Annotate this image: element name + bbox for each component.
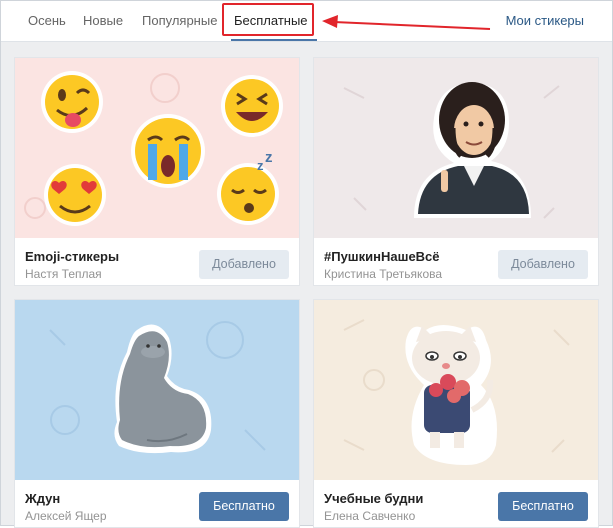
sticker-pack-card[interactable]: Ждун Алексей Ящер Бесплатно — [14, 299, 300, 528]
sticker-pack-card[interactable]: #ПушкинНашеВсё Кристина Третьякова Добав… — [313, 57, 599, 286]
pack-title[interactable]: Emoji-стикеры — [25, 249, 119, 264]
active-tab-indicator — [231, 39, 317, 41]
tab-autumn[interactable]: Осень — [28, 13, 66, 28]
pushkin-sticker-icon — [343, 82, 560, 219]
pack-preview[interactable] — [15, 300, 299, 480]
free-button[interactable]: Бесплатно — [498, 492, 588, 521]
added-button[interactable]: Добавлено — [199, 250, 289, 279]
svg-text:z: z — [257, 158, 264, 173]
added-button[interactable]: Добавлено — [498, 250, 588, 279]
pack-preview[interactable]: z z — [15, 58, 299, 238]
arrow-annotation-icon — [322, 15, 491, 30]
free-button[interactable]: Бесплатно — [199, 492, 289, 521]
svg-text:z: z — [265, 149, 273, 166]
pack-title[interactable]: Ждун — [25, 491, 60, 506]
pack-title[interactable]: #ПушкинНашеВсё — [324, 249, 440, 264]
cat-student-sticker-icon — [343, 319, 570, 465]
sticker-pack-card[interactable]: Учебные будни Елена Савченко Бесплатно — [313, 299, 599, 528]
pack-title[interactable]: Учебные будни — [324, 491, 423, 506]
pack-author[interactable]: Елена Савченко — [324, 509, 415, 523]
highlight-annotation — [222, 3, 314, 36]
pack-author[interactable]: Настя Теплая — [25, 267, 102, 281]
sticker-pack-card[interactable]: z z Emoji-стикеры Настя Теплая Добавлено — [14, 57, 300, 286]
pack-preview[interactable] — [314, 300, 598, 480]
tab-popular[interactable]: Популярные — [142, 13, 217, 28]
pack-author[interactable]: Алексей Ящер — [25, 509, 107, 523]
tab-new[interactable]: Новые — [83, 13, 123, 28]
zhdun-sticker-icon — [49, 321, 266, 454]
my-stickers-link[interactable]: Мои стикеры — [506, 13, 584, 28]
pack-preview[interactable] — [314, 58, 598, 238]
pack-author[interactable]: Кристина Третьякова — [324, 267, 442, 281]
emoji-faces-icon: z z — [24, 71, 283, 226]
